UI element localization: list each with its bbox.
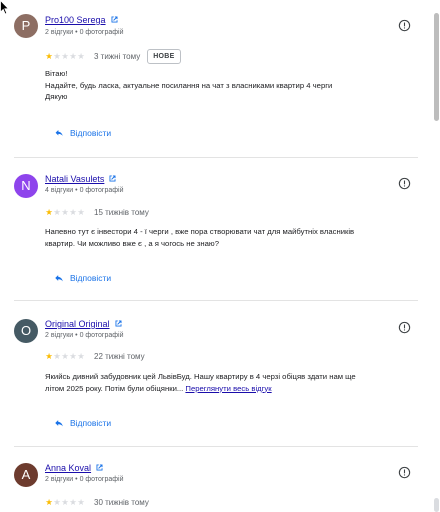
info-icon[interactable] — [398, 19, 411, 32]
scrollbar-arrow[interactable] — [434, 498, 439, 512]
star-icon: ★ — [53, 351, 61, 361]
external-link-icon[interactable] — [110, 15, 119, 24]
star-icon: ★ — [61, 351, 69, 361]
star-icon: ★ — [45, 51, 53, 61]
external-link-icon[interactable] — [114, 319, 123, 328]
reply-arrow-icon — [55, 275, 63, 282]
reviewer-meta: 2 відгуки • 0 фотографій — [45, 29, 124, 36]
star-icon: ★ — [61, 51, 69, 61]
info-icon[interactable] — [398, 321, 411, 334]
star-icon: ★ — [69, 497, 77, 507]
reviewer-name-link[interactable]: Original Original — [45, 319, 110, 329]
mouse-cursor-icon — [0, 0, 10, 15]
info-icon[interactable] — [398, 466, 411, 479]
star-icon: ★ — [53, 207, 61, 217]
review-text-line: квартир. Чи можливо вже є , а я чогось н… — [45, 238, 219, 248]
star-rating: ★ ★ ★ ★ ★ — [45, 51, 85, 61]
rating-row: ★ ★ ★ ★ ★ 22 тижні тому — [45, 350, 145, 362]
reviewer-meta: 4 відгуки • 0 фотографій — [45, 187, 124, 194]
new-badge: НОВЕ — [147, 48, 181, 64]
avatar[interactable]: P — [14, 14, 38, 38]
avatar[interactable]: A — [14, 463, 38, 487]
star-icon: ★ — [53, 497, 61, 507]
review-time: 22 тижні тому — [94, 351, 145, 361]
star-icon: ★ — [77, 51, 85, 61]
reviews-panel: P Pro100 Serega 2 відгуки • 0 фотографій… — [0, 0, 440, 512]
reply-label: Відповісти — [70, 418, 112, 428]
reviewer-name-row: Anna Koval — [45, 462, 104, 474]
reply-arrow-icon — [55, 129, 63, 136]
star-icon: ★ — [69, 51, 77, 61]
reviewer-name-row: Original Original — [45, 318, 123, 330]
reviewer-name-link[interactable]: Anna Koval — [45, 463, 91, 473]
review-text-line: Вітаю! — [45, 69, 68, 78]
review-time: 3 тижні тому — [94, 51, 141, 61]
rating-row: ★ ★ ★ ★ ★ 30 тижнів тому — [45, 496, 149, 508]
reviewer-meta: 2 відгуки • 0 фотографій — [45, 332, 124, 339]
reviewer-meta: 2 відгуки • 0 фотографій — [45, 476, 124, 483]
scrollbar-thumb[interactable] — [434, 13, 439, 121]
review-text-fragment: літом 2025 року. Потім були обіцянки... — [45, 383, 184, 393]
star-rating: ★ ★ ★ ★ ★ — [45, 207, 85, 217]
review-text-line: Надайте, будь ласка, актуальне посилання… — [45, 80, 333, 90]
review-text: Напевно тут є інвестори 4 - ї черги , вж… — [45, 226, 415, 249]
star-icon: ★ — [69, 207, 77, 217]
review-text-line: Якийсь дивний забудовник цей ЛьвівБуд. Н… — [45, 372, 356, 381]
avatar[interactable]: O — [14, 319, 38, 343]
reply-button[interactable]: Відповісти — [54, 417, 111, 429]
star-icon: ★ — [45, 351, 53, 361]
star-rating: ★ ★ ★ ★ ★ — [45, 497, 85, 507]
review-text-line: Напевно тут є інвестори 4 - ї черги , вж… — [45, 227, 355, 236]
star-rating: ★ ★ ★ ★ ★ — [45, 351, 85, 361]
info-icon[interactable] — [398, 177, 411, 190]
rating-row: ★ ★ ★ ★ ★ 3 тижні тому НОВЕ — [45, 48, 181, 64]
star-icon: ★ — [53, 51, 61, 61]
star-icon: ★ — [77, 351, 85, 361]
external-link-icon[interactable] — [95, 463, 104, 472]
reviewer-name-row: Natali Vasulets — [45, 173, 117, 185]
star-icon: ★ — [77, 207, 85, 217]
external-link-icon[interactable] — [108, 174, 117, 183]
reply-button[interactable]: Відповісти — [54, 272, 111, 284]
reviewer-name-link[interactable]: Pro100 Serega — [45, 15, 106, 25]
star-icon: ★ — [45, 497, 53, 507]
divider — [14, 300, 418, 301]
see-full-review-link[interactable]: Переглянути весь відгук — [185, 384, 271, 393]
review-text-line: Дякую — [45, 92, 68, 101]
reviewer-name-link[interactable]: Natali Vasulets — [45, 174, 104, 184]
review-text: Якийсь дивний забудовник цей ЛьвівБуд. Н… — [45, 371, 415, 394]
review-text: Вітаю! Надайте, будь ласка, актуальне по… — [45, 68, 415, 103]
star-icon: ★ — [77, 497, 85, 507]
star-icon: ★ — [61, 207, 69, 217]
review-text-line: літом 2025 року. Потім були обіцянки... … — [45, 383, 415, 395]
star-icon: ★ — [61, 497, 69, 507]
avatar[interactable]: N — [14, 174, 38, 198]
reply-button[interactable]: Відповісти — [54, 127, 111, 139]
star-icon: ★ — [45, 207, 53, 217]
divider — [14, 157, 418, 158]
reply-arrow-icon — [55, 420, 63, 427]
reply-label: Відповісти — [70, 128, 112, 138]
rating-row: ★ ★ ★ ★ ★ 15 тижнів тому — [45, 206, 149, 218]
star-icon: ★ — [69, 351, 77, 361]
reply-label: Відповісти — [70, 273, 112, 283]
reviewer-name-row: Pro100 Serega — [45, 14, 119, 26]
divider — [14, 446, 418, 447]
review-time: 15 тижнів тому — [94, 207, 149, 217]
review-time: 30 тижнів тому — [94, 497, 149, 507]
